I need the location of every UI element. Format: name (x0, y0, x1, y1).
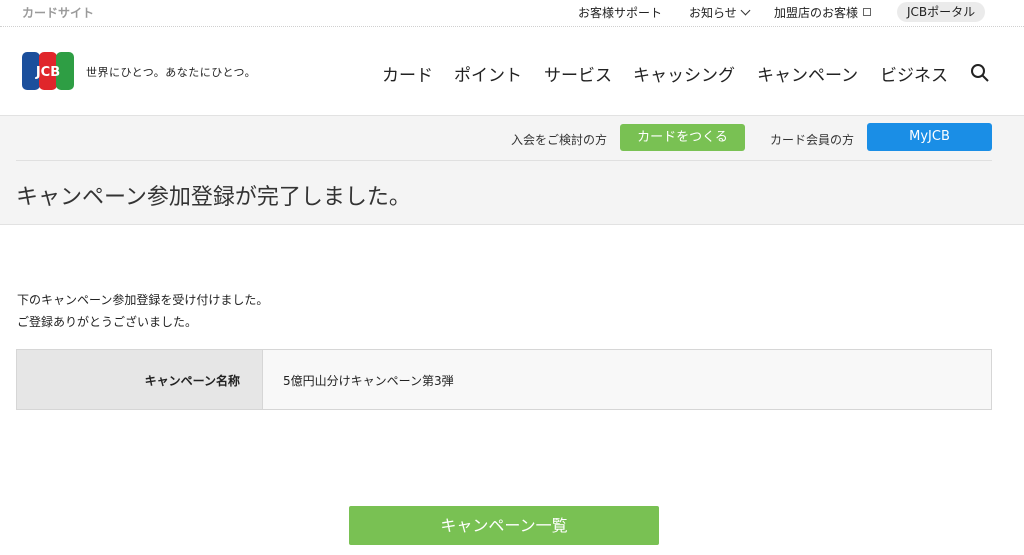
jcb-portal-button[interactable]: JCBポータル (897, 2, 986, 22)
band-divider (16, 160, 992, 161)
external-link-icon (863, 8, 872, 16)
jcb-logo[interactable]: JCB (22, 52, 74, 90)
campaign-list-button[interactable]: キャンペーン一覧 (349, 506, 659, 545)
logo-text: JCB (35, 65, 60, 80)
chevron-down-icon (740, 5, 751, 16)
campaign-info-table: キャンペーン名称 5億円山分けキャンペーン第3弾 (16, 349, 992, 410)
make-card-button[interactable]: カードをつくる (620, 124, 745, 151)
myjcb-button[interactable]: MyJCB (867, 123, 992, 151)
nav-service[interactable]: サービス (544, 61, 612, 86)
nav-card[interactable]: カード (382, 61, 433, 86)
table-value-cell: 5億円山分けキャンペーン第3弾 (262, 350, 991, 409)
support-link[interactable]: お客様サポート (578, 4, 662, 21)
campaign-name-value: 5億円山分けキャンペーン第3弾 (283, 374, 454, 388)
top-utility-bar: カードサイト お客様サポート お知らせ 加盟店のお客様 JCBポータル (0, 0, 1024, 27)
page-title: キャンペーン参加登録が完了しました。 (16, 185, 411, 210)
site-label[interactable]: カードサイト (22, 4, 94, 21)
confirmation-message-1: 下のキャンペーン参加登録を受け付けました。 (17, 293, 269, 307)
nav-point[interactable]: ポイント (454, 61, 522, 86)
campaign-name-label: キャンペーン名称 (144, 374, 240, 388)
member-label: カード会員の方 (770, 133, 855, 147)
confirmation-message-2: ご登録ありがとうございました。 (17, 315, 198, 329)
nav-business[interactable]: ビジネス (880, 61, 948, 86)
merchant-link[interactable]: 加盟店のお客様 (774, 4, 872, 21)
news-menu[interactable]: お知らせ (689, 4, 751, 21)
search-icon[interactable] (970, 63, 990, 83)
news-label: お知らせ (689, 6, 737, 20)
table-header-cell: キャンペーン名称 (17, 350, 262, 409)
merchant-label: 加盟店のお客様 (774, 6, 859, 20)
nav-cashing[interactable]: キャッシング (633, 61, 735, 86)
nav-campaign[interactable]: キャンペーン (757, 61, 858, 86)
join-label: 入会をご検討の方 (511, 133, 608, 147)
tagline: 世界にひとつ。あなたにひとつ。 (86, 66, 257, 79)
